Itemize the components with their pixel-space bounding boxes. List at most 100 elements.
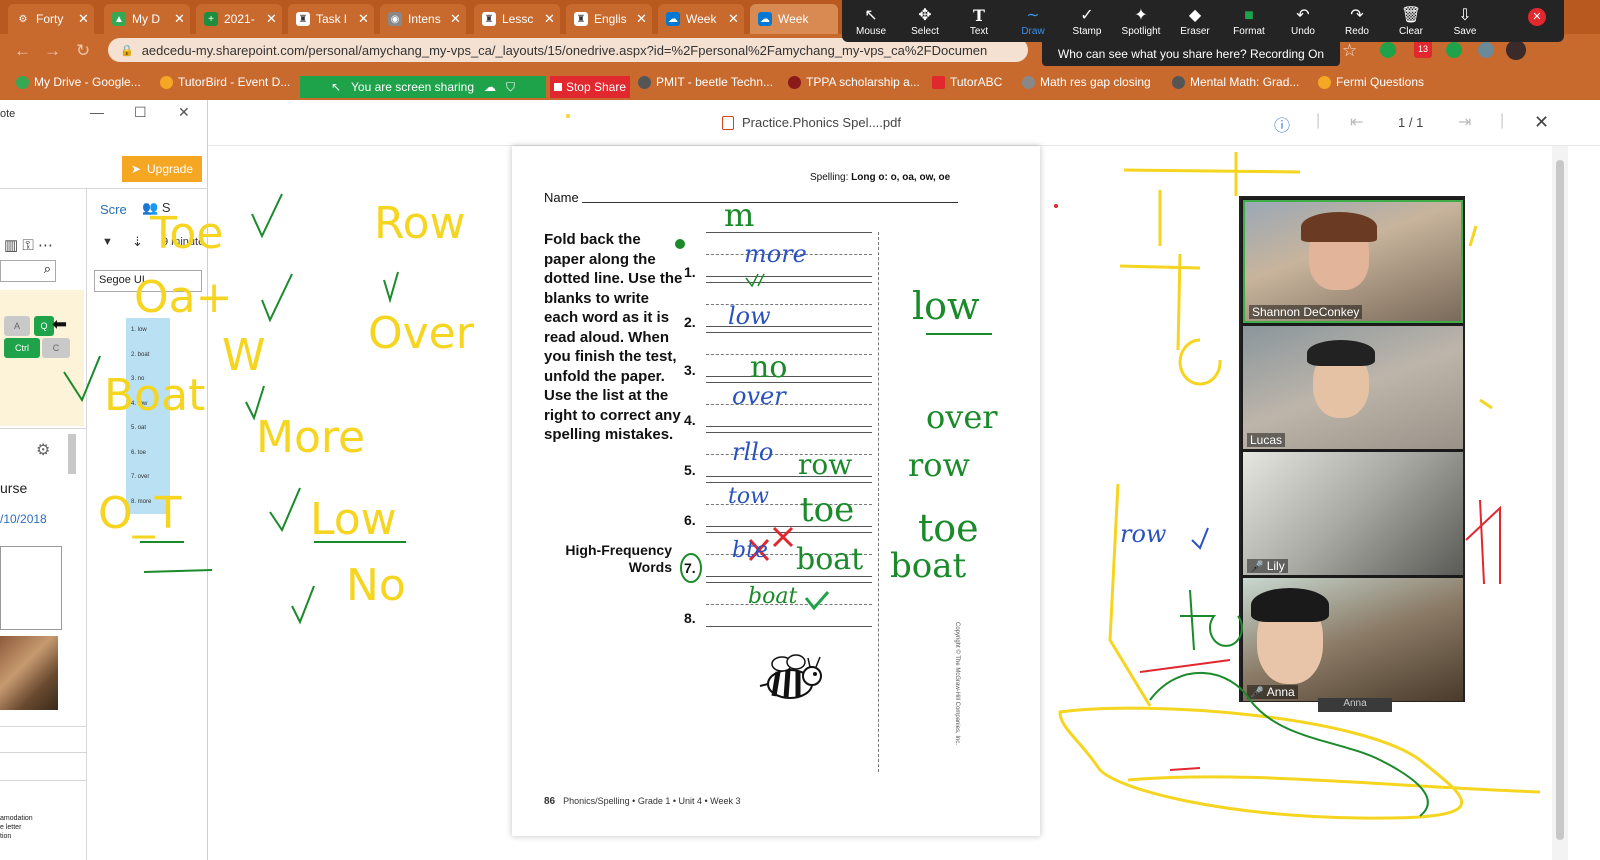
close-icon[interactable]: ✕	[178, 104, 190, 121]
tab-my-drive[interactable]: ▲ My D ✕	[104, 4, 190, 34]
bookmark-tutorabc[interactable]: TutorABC	[932, 75, 1002, 89]
tab-forty[interactable]: ⚙ Forty ✕	[8, 4, 94, 34]
close-icon[interactable]: ✕	[1534, 112, 1549, 133]
info-icon[interactable]: ⓘ	[1274, 112, 1290, 136]
zoom-annotation-toolbar: ↖ Mouse ✥ Select T Text ∼ Draw ✓ Stamp ✦ Spotl…	[842, 0, 1564, 42]
close-icon[interactable]: ✕	[544, 11, 560, 27]
mouse-tool-button[interactable]: ↖ Mouse	[844, 0, 898, 42]
clear-button[interactable]: 🗑 Clear	[1384, 0, 1438, 42]
spotlight-tool-button[interactable]: ✦ Spotlight	[1114, 0, 1168, 42]
close-icon[interactable]: ✕	[450, 11, 466, 27]
minimize-icon[interactable]: —	[90, 104, 104, 120]
expand-icon[interactable]: ⇣	[132, 234, 143, 250]
bookmark-pmit[interactable]: PMIT - beetle Techn...	[638, 75, 773, 89]
bookmark-tutorbird[interactable]: TutorBird - Event D...	[160, 75, 290, 89]
last-page-icon[interactable]: ⇥	[1458, 112, 1471, 132]
extension-icon[interactable]	[1380, 42, 1396, 58]
select-tool-button[interactable]: ✥ Select	[898, 0, 952, 42]
bookmark-label: Fermi Questions	[1336, 75, 1425, 89]
upgrade-label: Upgrade	[147, 162, 194, 176]
close-icon[interactable]: ✕	[358, 11, 374, 27]
share-tab-label: S	[161, 200, 171, 215]
participant-hair	[1307, 340, 1375, 366]
participant-hair	[1301, 212, 1377, 242]
pdf-viewer-header: Practice.Phonics Spel....pdf ⓘ | ⇤ 1 / 1…	[208, 100, 1600, 146]
extension-icon[interactable]	[1446, 42, 1462, 58]
zoom-video-gallery[interactable]: Shannon DeConkey Lucas 🎤 Lily 🎤 Anna	[1239, 196, 1465, 702]
writing-line	[706, 276, 872, 277]
back-icon[interactable]: ←	[14, 41, 31, 61]
notification-badge[interactable]: 13	[1414, 40, 1432, 58]
worksheet-page: Spelling: Long o: o, oa, ow, oe Name Fol…	[512, 146, 1040, 836]
toolbar-icons[interactable]: ▥ ⚿ ⋯	[4, 236, 53, 254]
color-swatch-icon: ■	[1244, 6, 1254, 24]
photo-thumbnail[interactable]	[0, 636, 58, 710]
bookmark-tppa[interactable]: TPPA scholarship a...	[788, 75, 920, 89]
pdf-scrollbar[interactable]	[1552, 146, 1568, 860]
name-label: Shannon DeConkey	[1252, 305, 1360, 319]
tab-intensive[interactable]: ◉ Intens ✕	[380, 4, 466, 34]
tab-screen[interactable]: Scre	[100, 202, 127, 217]
tab-english[interactable]: ♜ Englis ✕	[566, 4, 652, 34]
sheets-icon: +	[204, 12, 218, 26]
stamp-tool-button[interactable]: ✓ Stamp	[1060, 0, 1114, 42]
draw-tool-button[interactable]: ∼ Draw	[1006, 0, 1060, 42]
participant-tile[interactable]: Shannon DeConkey	[1243, 200, 1463, 323]
participant-tile[interactable]: 🎤 Lily	[1243, 452, 1463, 575]
tab-task[interactable]: ♜ Task l ✕	[288, 4, 374, 34]
bookmark-star-icon[interactable]: ☆	[1342, 41, 1357, 61]
font-selector[interactable]: Segoe UI	[94, 270, 202, 292]
format-tool-button[interactable]: ■ Format	[1222, 0, 1276, 42]
page-thumbnail[interactable]	[0, 546, 62, 630]
tab-sheet-2021[interactable]: +2021- ✕	[196, 4, 282, 34]
gear-icon[interactable]: ⚙	[36, 440, 50, 460]
bookmark-label: PMIT - beetle Techn...	[656, 75, 773, 89]
url-text: aedcedu-my.sharepoint.com/personal/amych…	[141, 42, 988, 58]
eraser-tool-button[interactable]: ◆ Eraser	[1168, 0, 1222, 42]
divider	[0, 726, 86, 727]
participant-name: 🎤 Lily	[1247, 559, 1288, 573]
first-page-icon[interactable]: ⇤	[1350, 112, 1363, 132]
save-button[interactable]: ⇩ Save	[1438, 0, 1492, 42]
share-tab[interactable]: 👥 S	[142, 200, 170, 216]
item-number: 4.	[684, 412, 696, 428]
stop-share-button[interactable]: Stop Share	[550, 76, 630, 98]
text-tool-button[interactable]: T Text	[952, 0, 1006, 42]
close-icon[interactable]: ✕	[266, 11, 282, 27]
participant-tile[interactable]: Lucas	[1243, 326, 1463, 449]
list-item: 2. boat	[131, 351, 150, 358]
bookmark-my-drive[interactable]: My Drive - Google...	[16, 75, 141, 89]
close-icon[interactable]: ✕	[174, 11, 190, 27]
close-toolbar-icon[interactable]: ✕	[1528, 8, 1546, 26]
close-icon[interactable]: ✕	[78, 11, 94, 27]
bookmark-math-res[interactable]: Math res gap closing	[1022, 75, 1151, 89]
tab-label: Englis	[594, 12, 627, 26]
tab-week-active[interactable]: ☁ Week	[750, 4, 838, 34]
search-input[interactable]: ⌕	[0, 260, 56, 282]
close-icon[interactable]: ✕	[728, 11, 744, 27]
undo-button[interactable]: ↶ Undo	[1276, 0, 1330, 42]
scrollbar-thumb[interactable]	[68, 434, 76, 474]
tab-lesson[interactable]: ♜ Lessc ✕	[474, 4, 560, 34]
spelling-topic: Long o: o, oa, ow, oe	[851, 172, 951, 183]
close-icon[interactable]: ✕	[636, 11, 652, 27]
who-can-see-banner[interactable]: Who can see what you share here? Recordi…	[1042, 42, 1340, 66]
bookmark-mental-math[interactable]: Mental Math: Grad...	[1172, 75, 1299, 89]
scrollbar-thumb[interactable]	[1556, 160, 1564, 840]
upgrade-button[interactable]: ➤ Upgrade	[122, 156, 202, 182]
avatar[interactable]	[1506, 40, 1526, 60]
redo-icon: ↷	[1350, 6, 1364, 24]
checkmark-icon: ✓	[1080, 6, 1094, 24]
redo-button[interactable]: ↷ Redo	[1330, 0, 1384, 42]
forward-icon[interactable]: →	[44, 41, 61, 61]
lock-icon: 🔒	[120, 44, 134, 57]
extension-icon[interactable]	[1478, 42, 1494, 58]
divider	[0, 780, 86, 781]
bookmark-fermi[interactable]: Fermi Questions	[1318, 75, 1424, 89]
participant-tile[interactable]: 🎤 Anna	[1243, 578, 1463, 701]
tab-week[interactable]: ☁ Week ✕	[658, 4, 744, 34]
cloud-icon: ☁	[484, 80, 497, 94]
reload-icon[interactable]: ↻	[76, 41, 90, 61]
maximize-icon[interactable]: ☐	[134, 104, 147, 121]
dropdown-icon[interactable]: ▼	[102, 236, 113, 248]
